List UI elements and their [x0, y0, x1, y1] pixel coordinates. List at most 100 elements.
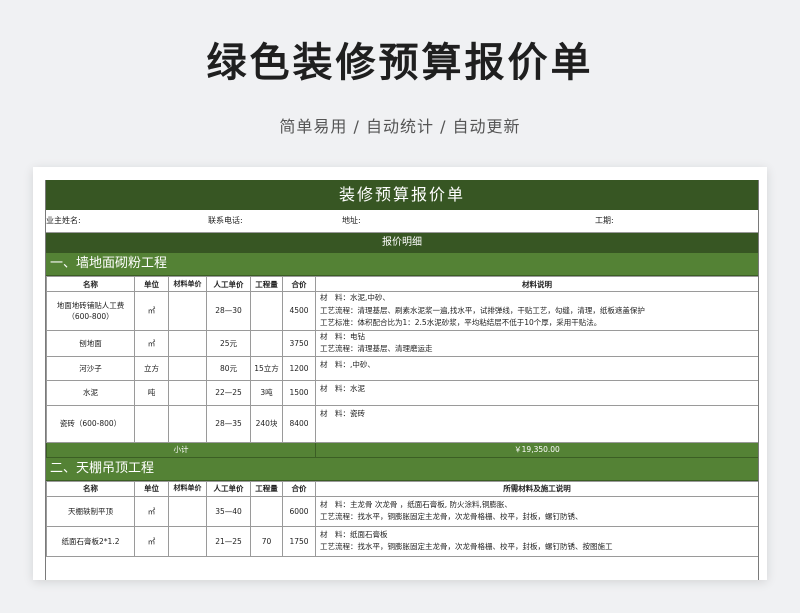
col-total: 合价: [282, 480, 316, 497]
col-total: 合价: [282, 276, 316, 292]
desc-line: 材 料：水泥,中砂、: [320, 293, 390, 302]
cell-unit[interactable]: [134, 404, 169, 443]
cell-unit[interactable]: ㎡: [134, 329, 169, 357]
cell-qty[interactable]: 240块: [250, 404, 283, 443]
info-row: 业主姓名: 联系电话: 地址: 工期:: [46, 210, 758, 233]
col-labor-price: 人工单价: [206, 276, 251, 292]
table-row: 地面地砖铺贴人工费（600-800） ㎡ 28—30 4500 材 料：水泥,中…: [46, 291, 758, 331]
cell-qty[interactable]: [250, 329, 283, 357]
address-label[interactable]: 地址:: [342, 210, 595, 232]
section-table: 名称 单位 材料单价 人工单价 工程量 合价 所需材料及施工说明 天棚轶制平顶 …: [46, 480, 758, 557]
desc-line: 工艺流程：找水平，铜膨胀固定主龙骨，次龙骨格栅、校平，封板，螺钉防锈、: [320, 512, 583, 521]
cell-labor-price[interactable]: 28—35: [206, 404, 251, 443]
cell-material-price[interactable]: [168, 525, 207, 557]
period-label[interactable]: 工期:: [595, 210, 695, 232]
cell-labor-price[interactable]: 25元: [206, 329, 251, 357]
desc-line: 工艺流程：找水平，铜膨胀固定主龙骨，次龙骨格栅、校平，封板，螺钉防锈、按图施工: [320, 542, 613, 551]
desc-line: 材 料：电钻: [320, 331, 365, 341]
detail-bar: 报价明细: [46, 233, 758, 253]
cell-total[interactable]: 3750: [282, 329, 316, 357]
cell-labor-price[interactable]: 35—40: [206, 495, 251, 527]
table-row: 纸面石膏板2*1.2 ㎡ 21—25 70 1750 材 料：纸面石膏板 工艺流…: [46, 525, 758, 557]
cell-qty[interactable]: [250, 291, 283, 331]
col-name: 名称: [46, 276, 135, 292]
cell-labor-price[interactable]: 28—30: [206, 291, 251, 331]
cell-total[interactable]: 6000: [282, 495, 316, 527]
cell-desc[interactable]: 材 料：水泥,中砂、 工艺流程：清理基层、刷素水泥浆一遍,找水平，试排弹线，干贴…: [315, 291, 758, 331]
desc-line: 材 料：,中砂、: [320, 359, 375, 369]
cell-total[interactable]: 8400: [282, 404, 316, 443]
cell-material-price[interactable]: [168, 355, 207, 381]
cell-material-price[interactable]: [168, 329, 207, 357]
desc-line: 工艺流程：清理基层、清理磨运走: [320, 344, 433, 353]
cell-name[interactable]: 天棚轶制平顶: [46, 495, 135, 527]
cell-qty[interactable]: [250, 495, 283, 527]
cell-material-price[interactable]: [168, 291, 207, 331]
cell-qty[interactable]: 3吨: [250, 379, 283, 406]
cell-total[interactable]: 1500: [282, 379, 316, 406]
desc-line: 材 料：水泥: [320, 383, 365, 393]
col-qty: 工程量: [250, 480, 283, 497]
subtotal-row: 小计 ￥19,350.00: [46, 441, 758, 458]
subtotal-value[interactable]: ￥19,350.00: [315, 441, 758, 458]
owner-label[interactable]: 业主姓名:: [46, 210, 208, 232]
cell-total[interactable]: 1200: [282, 355, 316, 381]
cell-unit[interactable]: ㎡: [134, 525, 169, 557]
table-row: 水泥 吨 22—25 3吨 1500 材 料：水泥: [46, 379, 758, 406]
cell-name[interactable]: 水泥: [46, 379, 135, 406]
cell-material-price[interactable]: [168, 379, 207, 406]
cell-qty[interactable]: 70: [250, 525, 283, 557]
cell-unit[interactable]: 立方: [134, 355, 169, 381]
cell-labor-price[interactable]: 22—25: [206, 379, 251, 406]
col-material-price: 材料单价: [168, 276, 207, 292]
section-title: 一、墙地面砌粉工程: [46, 253, 758, 276]
cell-unit[interactable]: ㎡: [134, 495, 169, 527]
cell-total[interactable]: 1750: [282, 525, 316, 557]
table-header-row: 名称 单位 材料单价 人工单价 工程量 合价 所需材料及施工说明: [46, 480, 758, 497]
cell-name[interactable]: 瓷砖（600-800）: [46, 404, 135, 443]
col-name: 名称: [46, 480, 135, 497]
desc-line: 工艺流程：清理基层、刷素水泥浆一遍,找水平，试排弹线，干贴工艺，勾缝，清理，纸板…: [320, 305, 645, 315]
section-table: 名称 单位 材料单价 人工单价 工程量 合价 材料说明 地面地砖铺贴人工费（60…: [46, 276, 758, 458]
cell-unit[interactable]: 吨: [134, 379, 169, 406]
cell-name[interactable]: 纸面石膏板2*1.2: [46, 525, 135, 557]
cell-unit[interactable]: ㎡: [134, 291, 169, 331]
col-labor-price: 人工单价: [206, 480, 251, 497]
subtotal-label: 小计: [46, 441, 316, 458]
cell-qty[interactable]: 15立方: [250, 355, 283, 381]
col-desc: 材料说明: [315, 276, 758, 292]
cell-desc[interactable]: 材 料：纸面石膏板 工艺流程：找水平，铜膨胀固定主龙骨，次龙骨格栅、校平，封板，…: [315, 525, 758, 557]
cell-labor-price[interactable]: 21—25: [206, 525, 251, 557]
spreadsheet: 装修预算报价单 业主姓名: 联系电话: 地址: 工期: 报价明细 一、墙地面砌粉…: [45, 180, 759, 580]
cell-desc[interactable]: 材 料：水泥: [315, 379, 758, 406]
sheet-title: 装修预算报价单: [46, 180, 758, 210]
cell-material-price[interactable]: [168, 404, 207, 443]
table-header-row: 名称 单位 材料单价 人工单价 工程量 合价 材料说明: [46, 276, 758, 292]
table-row: 瓷砖（600-800） 28—35 240块 8400 材 料：瓷砖: [46, 404, 758, 443]
cell-desc[interactable]: 材 料：,中砂、: [315, 355, 758, 381]
col-material-price: 材料单价: [168, 480, 207, 497]
page-title: 绿色装修预算报价单: [206, 40, 594, 86]
desc-line: 工艺标准：体积配合比为1：2.5水泥砂浆，平均粘结层不低于10个厚，采用干贴法。: [320, 318, 602, 327]
col-unit: 单位: [134, 480, 169, 497]
cell-material-price[interactable]: [168, 495, 207, 527]
cell-name[interactable]: 刨地面: [46, 329, 135, 357]
cell-total[interactable]: 4500: [282, 291, 316, 331]
desc-line: 材 料：纸面石膏板: [320, 529, 388, 539]
cell-labor-price[interactable]: 80元: [206, 355, 251, 381]
section-title: 二、天棚吊顶工程: [46, 457, 758, 481]
page-subtitle: 简单易用 / 自动统计 / 自动更新: [279, 117, 521, 136]
table-row: 天棚轶制平顶 ㎡ 35—40 6000 材 料：主龙骨 次龙骨 ，纸面石膏板, …: [46, 495, 758, 527]
col-qty: 工程量: [250, 276, 283, 292]
table-row: 河沙子 立方 80元 15立方 1200 材 料：,中砂、: [46, 355, 758, 381]
col-desc: 所需材料及施工说明: [315, 480, 758, 497]
cell-name[interactable]: 地面地砖铺贴人工费（600-800）: [46, 291, 135, 331]
cell-desc[interactable]: 材 料：主龙骨 次龙骨 ，纸面石膏板, 防火涂料,铜膨胀、 工艺流程：找水平，铜…: [315, 495, 758, 527]
cell-desc[interactable]: 材 料：电钻 工艺流程：清理基层、清理磨运走: [315, 329, 758, 357]
desc-line: 材 料：瓷砖: [320, 408, 365, 418]
desc-line: 材 料：主龙骨 次龙骨 ，纸面石膏板, 防火涂料,铜膨胀、: [320, 499, 512, 509]
preview-card: 装修预算报价单 业主姓名: 联系电话: 地址: 工期: 报价明细 一、墙地面砌粉…: [33, 167, 767, 580]
phone-label[interactable]: 联系电话:: [208, 210, 342, 232]
cell-name[interactable]: 河沙子: [46, 355, 135, 381]
cell-desc[interactable]: 材 料：瓷砖: [315, 404, 758, 443]
